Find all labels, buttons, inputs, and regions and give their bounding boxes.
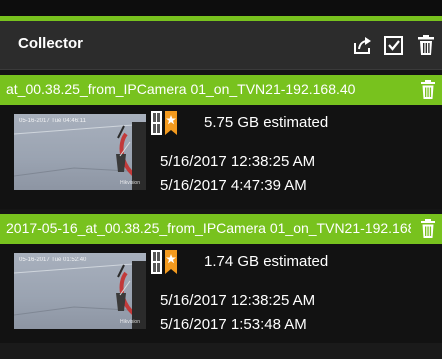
- collector-header: Collector: [0, 21, 442, 70]
- thumbnail-watermark: Hikvision: [119, 319, 140, 325]
- thumbnail-timestamp: 05-16-2017 Tue 01:52:40: [19, 257, 87, 263]
- item-body: 05-16-2017 Tue 04:46:11 Hikvision 5.75 G…: [0, 105, 442, 209]
- trash-icon[interactable]: [420, 219, 436, 239]
- bookmark-flag-icon: [150, 108, 180, 138]
- trash-icon[interactable]: [420, 80, 436, 100]
- end-time: 5/16/2017 1:53:48 AM: [160, 316, 307, 333]
- thumbnail-timestamp: 05-16-2017 Tue 04:46:11: [19, 118, 86, 124]
- panel-title: Collector: [18, 35, 84, 52]
- trash-icon[interactable]: [416, 34, 438, 56]
- item-title-bar[interactable]: at_00.38.25_from_IPCamera 01_on_TVN21-19…: [0, 75, 442, 105]
- video-thumbnail[interactable]: 05-16-2017 Tue 01:52:40 Hikvision: [14, 253, 146, 329]
- item-body: 05-16-2017 Tue 01:52:40 Hikvision 1.74 G…: [0, 244, 442, 348]
- item-title-bar[interactable]: 2017-05-16_at_00.38.25_from_IPCamera 01_…: [0, 214, 442, 244]
- window-top-strip: [0, 0, 442, 16]
- start-time: 5/16/2017 12:38:25 AM: [160, 153, 316, 170]
- thumbnail-watermark: Hikvision: [119, 180, 140, 186]
- start-time: 5/16/2017 12:38:25 AM: [160, 292, 316, 309]
- bookmark-flag-icon: [150, 247, 180, 277]
- video-thumbnail[interactable]: 05-16-2017 Tue 04:46:11 Hikvision: [14, 114, 146, 190]
- panel-footer: [0, 343, 442, 359]
- share-icon[interactable]: [352, 34, 374, 56]
- end-time: 5/16/2017 4:47:39 AM: [160, 177, 307, 194]
- item-title: at_00.38.25_from_IPCamera 01_on_TVN21-19…: [6, 81, 356, 97]
- item-title: 2017-05-16_at_00.38.25_from_IPCamera 01_…: [6, 220, 411, 236]
- estimated-size: 5.75 GB estimated: [204, 114, 329, 131]
- checkbox-icon[interactable]: [383, 34, 405, 56]
- estimated-size: 1.74 GB estimated: [204, 253, 329, 270]
